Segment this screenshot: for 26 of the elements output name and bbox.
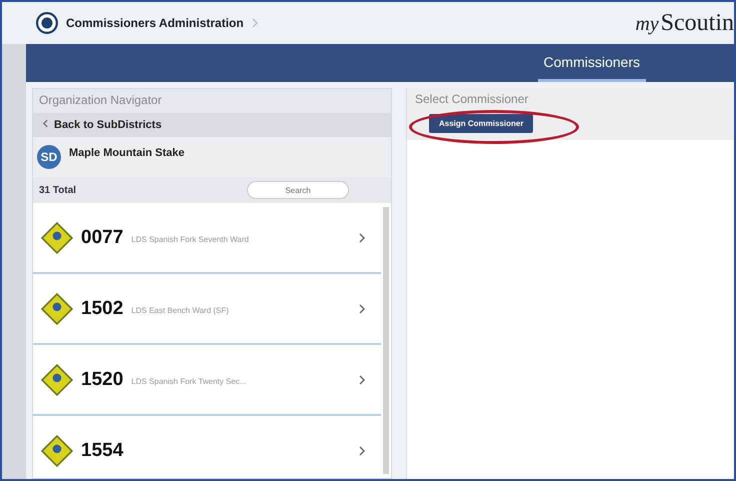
emblem-icon [41, 222, 73, 254]
search-field[interactable]: Search [247, 181, 349, 199]
chevron-icon [252, 17, 258, 29]
chevron-icon [359, 304, 365, 314]
unit-name: Maple Mountain Stake [69, 147, 185, 159]
panel-title: Organization Navigator [38, 92, 163, 109]
emblem-icon [41, 364, 73, 396]
emblem-icon [36, 12, 58, 34]
unit-list-item[interactable]: 1520 LDS Spanish Fork Twenty Sec... [33, 345, 381, 416]
unit-list-item[interactable]: 1502 LDS East Bench Ward (SF) [33, 274, 381, 345]
section-title: Select Commissioner [415, 92, 528, 106]
chevron-icon [359, 374, 365, 384]
app-title: Commissioners Administration [66, 16, 244, 30]
back-chevron-icon [43, 119, 48, 128]
chevron-icon [359, 446, 365, 456]
nav-tab[interactable]: Commissioners [538, 44, 646, 82]
unit-list-item[interactable]: 1554 [33, 416, 381, 478]
emblem-icon [41, 434, 73, 466]
back-link[interactable]: Back to SubDistricts [33, 113, 391, 137]
total-count: 31 Total [39, 184, 78, 196]
chevron-icon [359, 232, 365, 242]
unit-list-item[interactable]: 0077 LDS Spanish Fork Seventh Ward [33, 203, 381, 274]
emblem-icon [41, 292, 73, 324]
avatar-badge: SD [37, 145, 61, 169]
assign-button[interactable]: Assign Commissioner [429, 114, 534, 133]
brand-logo: myScoutin [635, 10, 734, 36]
